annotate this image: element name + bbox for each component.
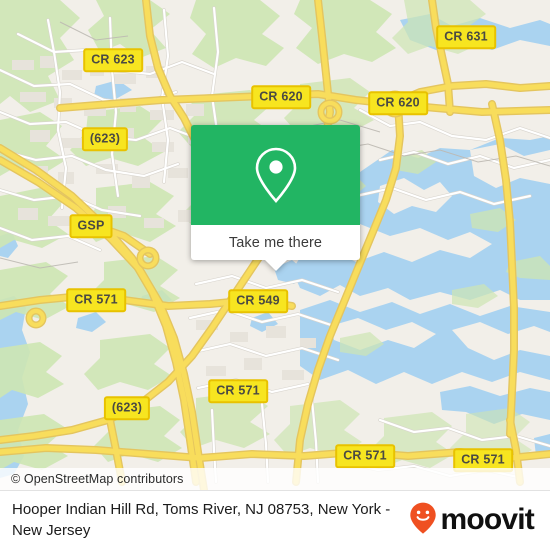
take-me-there-button[interactable]: Take me there: [229, 235, 322, 251]
road-shield: CR 620: [368, 91, 428, 115]
road-shield: CR 620: [251, 85, 311, 109]
road-shield: CR 571: [66, 288, 126, 312]
location-title: Hooper Indian Hill Rd, Toms River, NJ 08…: [12, 501, 391, 539]
road-shield: CR 631: [436, 25, 496, 49]
popup-header: [191, 125, 360, 225]
moovit-smiley-pin-icon: [410, 502, 437, 539]
map-screenshot: CR 631 CR 623 CR 620 CR 620 (623) GSP CR 571 CR…: [0, 0, 550, 550]
map-canvas[interactable]: CR 631 CR 623 CR 620 CR 620 (623) GSP CR 571 CR…: [0, 0, 550, 490]
road-shield: (623): [103, 396, 151, 420]
popup-action-bar[interactable]: Take me there: [191, 225, 360, 271]
location-popup[interactable]: Take me there: [191, 125, 360, 271]
road-shield: (623): [81, 127, 129, 151]
road-shield: CR 571: [208, 379, 268, 403]
footer-bar: Hooper Indian Hill Rd, Toms River, NJ 08…: [0, 490, 550, 550]
road-shield: CR 571: [335, 444, 395, 468]
footer-divider: [0, 490, 550, 491]
map-pin-icon: [253, 146, 299, 204]
moovit-brand[interactable]: moovit: [410, 502, 550, 539]
road-shield: CR 549: [228, 289, 288, 313]
osm-attribution[interactable]: © OpenStreetMap contributors: [0, 468, 550, 490]
moovit-wordmark: moovit: [440, 503, 534, 536]
road-shield: CR 623: [83, 48, 143, 72]
road-shield: GSP: [69, 214, 113, 238]
popup-tail: [264, 260, 287, 271]
